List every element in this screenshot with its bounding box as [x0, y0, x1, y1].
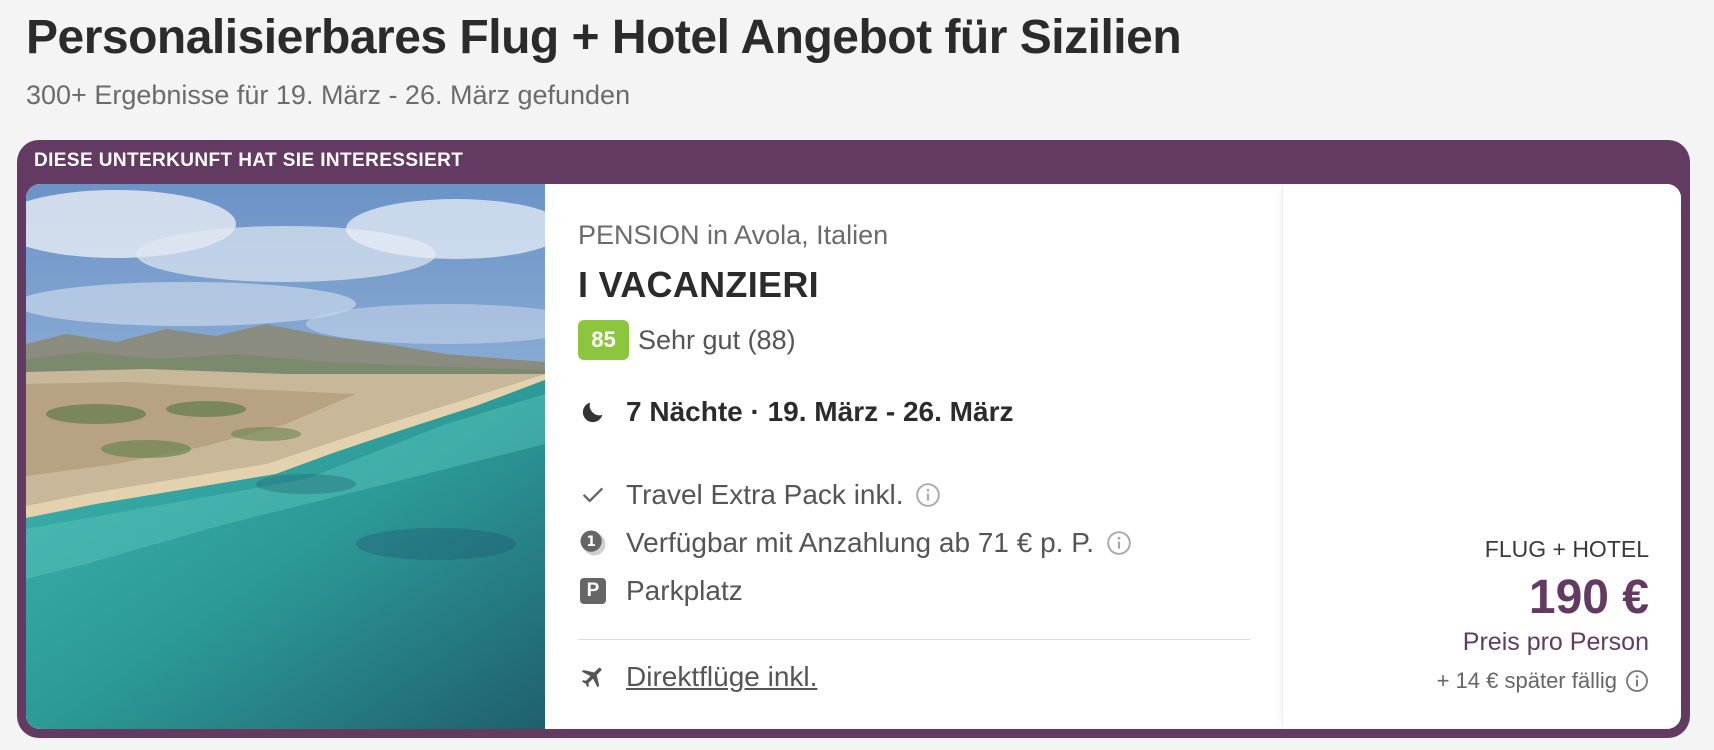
plane-icon: [578, 662, 608, 692]
deposit-icon: 1: [578, 528, 608, 558]
info-icon[interactable]: [1625, 669, 1649, 693]
rating: 85 Sehr gut (88): [578, 320, 796, 360]
feature-travel-extra: Travel Extra Pack inkl.: [578, 479, 941, 511]
feature-label: Verfügbar mit Anzahlung ab 71 € p. P.: [626, 527, 1095, 558]
page: Personalisierbares Flug + Hotel Angebot …: [0, 0, 1714, 750]
coastline-image: [26, 184, 545, 729]
offer-details: PENSION in Avola, Italien I VACANZIERI 8…: [578, 184, 1278, 729]
interest-banner: DIESE UNTERKUNFT HAT SIE INTERESSIERT: [34, 150, 464, 171]
check-icon: [578, 480, 608, 510]
results-count: 300+ Ergebnisse für 19. März - 26. März …: [26, 80, 631, 110]
stay-text: 7 Nächte · 19. März - 26. März: [626, 396, 1014, 427]
stay-info: 7 Nächte · 19. März - 26. März: [578, 396, 1013, 428]
hotel-name[interactable]: I VACANZIERI: [578, 264, 819, 306]
moon-icon: [578, 397, 608, 427]
feature-label: Travel Extra Pack inkl.: [626, 479, 904, 510]
feature-deposit: 1 Verfügbar mit Anzahlung ab 71 € p. P.: [578, 527, 1132, 559]
page-title: Personalisierbares Flug + Hotel Angebot …: [26, 11, 1182, 64]
later-payment: + 14 € später fällig: [1437, 668, 1649, 694]
rating-score-badge: 85: [578, 320, 629, 360]
parking-icon: P: [578, 576, 608, 606]
hotel-photo[interactable]: [26, 184, 545, 729]
rating-text: Sehr gut (88): [638, 324, 796, 355]
svg-text:1: 1: [586, 534, 596, 550]
accommodation-type-location: PENSION in Avola, Italien: [578, 220, 889, 250]
price-value: 190 €: [1528, 571, 1649, 624]
price-per-person-label: Preis pro Person: [1462, 628, 1649, 656]
feature-label: Parkplatz: [626, 575, 743, 606]
info-icon[interactable]: [1106, 530, 1132, 556]
offer-card-body[interactable]: PENSION in Avola, Italien I VACANZIERI 8…: [26, 184, 1681, 729]
direct-flights[interactable]: Direktflüge inkl.: [578, 661, 817, 693]
package-label: FLUG + HOTEL: [1484, 536, 1649, 562]
direct-flights-link[interactable]: Direktflüge inkl.: [626, 661, 817, 693]
later-payment-text: + 14 € später fällig: [1436, 668, 1617, 693]
price-panel[interactable]: FLUG + HOTEL 190 € Preis pro Person + 14…: [1282, 184, 1681, 729]
info-icon[interactable]: [915, 482, 941, 508]
offer-card[interactable]: DIESE UNTERKUNFT HAT SIE INTERESSIERT PE…: [17, 140, 1690, 738]
feature-parking: P Parkplatz: [578, 575, 743, 607]
divider: [578, 639, 1250, 640]
